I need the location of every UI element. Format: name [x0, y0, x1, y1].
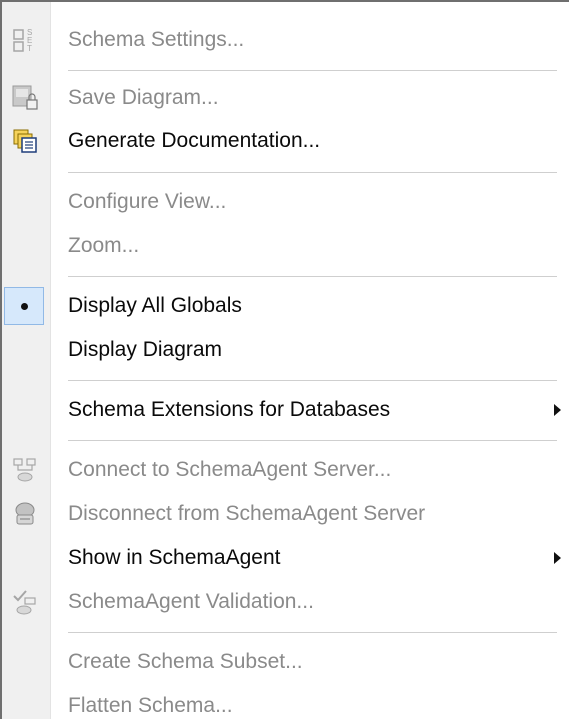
menu-separator — [68, 380, 557, 381]
menu-item-label: Connect to SchemaAgent Server... — [68, 458, 392, 481]
menu-separator — [68, 172, 557, 173]
menu-item-label: Configure View... — [68, 190, 227, 213]
menu-item-label: Display All Globals — [68, 294, 242, 317]
menu-item-schema-extensions[interactable]: Schema Extensions for Databases — [2, 388, 571, 432]
generate-documentation-icon — [10, 126, 40, 156]
submenu-arrow-icon — [554, 552, 561, 564]
menu-item-label: SchemaAgent Validation... — [68, 590, 314, 613]
menu-item-display-all-globals[interactable]: Display All Globals — [2, 284, 571, 328]
menu-item-label: Display Diagram — [68, 338, 223, 361]
menu-item-label: Schema Extensions for Databases — [68, 398, 391, 421]
menu-item-connect-schemaagent[interactable]: Connect to SchemaAgent Server... — [2, 448, 571, 492]
menu-item-schema-settings[interactable]: S E T Schema Settings... — [2, 18, 571, 62]
menu-separator — [68, 632, 557, 633]
context-menu: S E T Schema Settings... Save Diagram... — [0, 0, 569, 719]
check-indicator — [4, 287, 44, 325]
disconnect-server-icon — [10, 499, 40, 529]
menu-item-show-in-schemaagent[interactable]: Show in SchemaAgent — [2, 536, 571, 580]
svg-text:T: T — [27, 44, 32, 53]
menu-item-flatten-schema[interactable]: Flatten Schema... — [2, 684, 571, 728]
menu-item-label: Save Diagram... — [68, 86, 219, 109]
menu-item-zoom[interactable]: Zoom... — [2, 224, 571, 268]
schema-settings-icon: S E T — [10, 25, 40, 55]
menu-item-save-diagram[interactable]: Save Diagram... — [2, 76, 571, 120]
menu-item-label: Show in SchemaAgent — [68, 546, 281, 569]
menu-item-configure-view[interactable]: Configure View... — [2, 180, 571, 224]
menu-item-schemaagent-validation[interactable]: SchemaAgent Validation... — [2, 580, 571, 624]
menu-item-display-diagram[interactable]: Display Diagram — [2, 328, 571, 372]
menu-item-label: Zoom... — [68, 234, 140, 257]
schemaagent-validation-icon — [10, 587, 40, 617]
menu-item-create-schema-subset[interactable]: Create Schema Subset... — [2, 640, 571, 684]
menu-separator — [68, 440, 557, 441]
menu-separator — [68, 276, 557, 277]
connect-server-icon — [10, 455, 40, 485]
menu-item-generate-documentation[interactable]: Generate Documentation... — [2, 119, 571, 163]
menu-separator — [68, 70, 557, 71]
menu-item-label: Create Schema Subset... — [68, 650, 303, 673]
menu-item-disconnect-schemaagent[interactable]: Disconnect from SchemaAgent Server — [2, 492, 571, 536]
menu-item-label: Flatten Schema... — [68, 694, 233, 717]
menu-item-label: Generate Documentation... — [68, 129, 321, 152]
submenu-arrow-icon — [554, 404, 561, 416]
menu-item-label: Schema Settings... — [68, 28, 245, 51]
radio-bullet-icon — [20, 302, 28, 310]
menu-item-label: Disconnect from SchemaAgent Server — [68, 502, 426, 525]
save-diagram-icon — [10, 83, 40, 113]
